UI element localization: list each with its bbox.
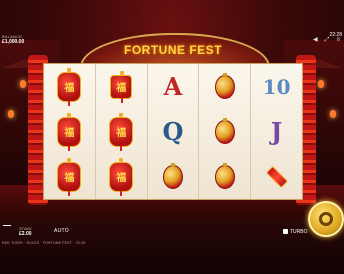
bottom-bar [0,218,344,274]
menu-icon[interactable]: ≡ [336,37,340,43]
ornament-symbol-icon [214,117,235,144]
ornament-symbol-icon [214,72,235,99]
turbo-label[interactable]: TURBO [290,229,308,235]
ornament-symbol-icon [162,162,183,189]
reel-cell: J [251,109,302,154]
reel-cell: 福 [96,109,147,154]
fu-lantern-symbol-icon: 福 [109,112,134,151]
reel-cell: 福 [44,109,95,154]
reel-cell [199,154,250,199]
top-icons: ◀ ⤢ ≡ [313,37,340,43]
reel-1: 福福福 [44,64,96,199]
autoplay-button[interactable]: AUTO [54,228,69,234]
fullscreen-icon[interactable]: ⤢ [325,37,330,43]
reel-4 [199,64,252,199]
reel-cell [199,109,250,154]
turbo-toggle[interactable] [283,229,288,234]
spin-button[interactable] [308,201,344,237]
reel-cell: Q [148,109,199,154]
reel-cell: A [148,64,199,109]
reel-3: AQ [147,64,200,199]
letter-A-symbol-icon: A [163,72,183,101]
stake-value[interactable]: £2.00 [19,231,32,237]
fu-lantern-symbol-icon: 福 [57,67,82,106]
stake-decrease-button[interactable] [3,225,11,226]
bg-lantern-icon [20,80,26,88]
bg-lantern-icon [318,80,324,88]
bg-lantern-icon [330,110,336,118]
reel-cell [148,154,199,199]
ornament-symbol-icon [214,162,235,189]
reel-cell [199,64,250,109]
fu-lantern-symbol-icon: 福 [57,157,82,196]
letter-J-symbol-icon: J [270,117,283,146]
reel-5: 10 J [251,64,302,199]
reel-cell: 福 [96,64,147,109]
reel-grid: 福福福福福福 A Q 10 J [43,63,303,200]
balance-value: £1,000.00 [2,39,25,45]
reel-cell [251,154,302,199]
game-stage: BALANCE £1,000.00 22:28 ◀ ⤢ ≡ FORTUNE FE… [0,0,344,274]
firecracker-symbol-icon [265,165,288,188]
speaker-icon[interactable]: ◀ [313,37,318,43]
fu-lantern-symbol-icon: 福 [57,112,82,151]
spin-icon [319,212,333,226]
footer-text: RED TIGER · RULES · FORTUNE FEST · 22:28 [2,241,86,245]
fu-lantern-symbol-icon: 福 [109,157,134,196]
bg-lantern-icon [8,110,14,118]
reel-cell: 福 [44,64,95,109]
reel-cell: 福 [44,154,95,199]
reel-cell: 10 [251,64,302,109]
letter-10-symbol-icon: 10 [262,74,291,99]
reel-2: 福福福 [95,64,148,199]
reel-cell: 福 [96,154,147,199]
letter-A-symbol-icon: 福 [110,70,133,103]
letter-Q-symbol-icon: Q [162,117,184,146]
game-title: FORTUNE FEST [124,43,222,57]
